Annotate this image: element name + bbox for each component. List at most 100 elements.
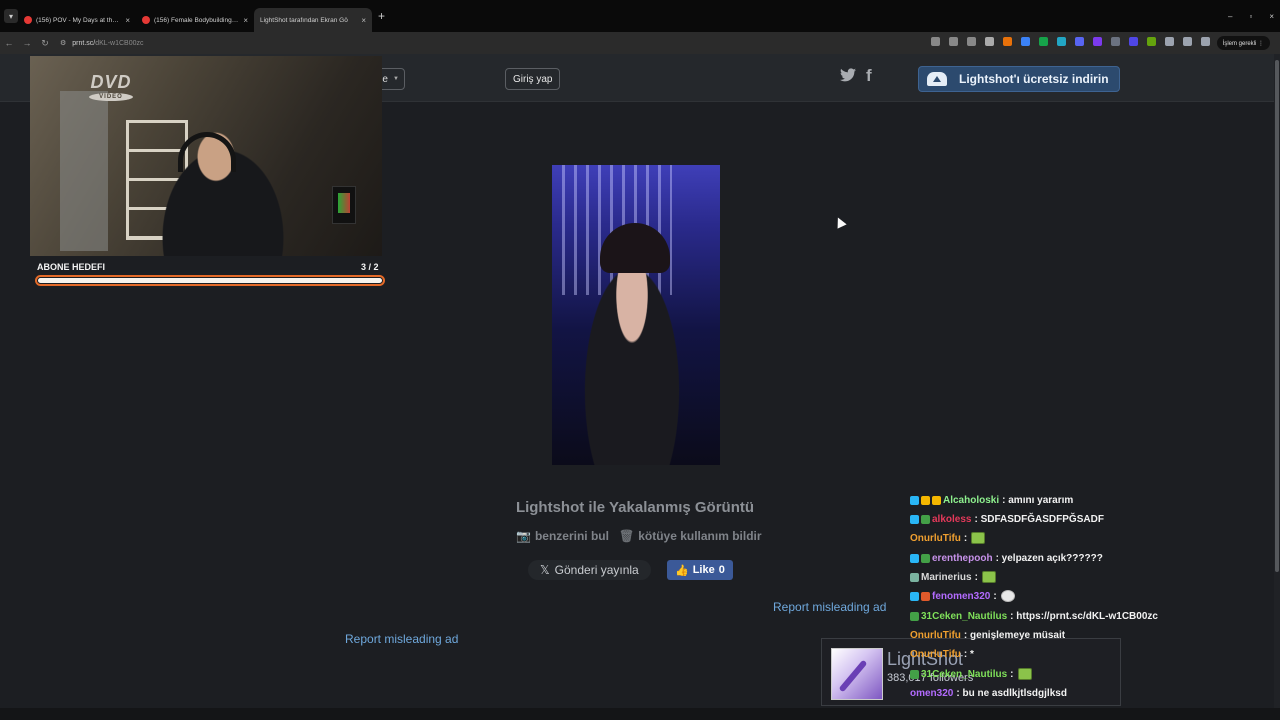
cloud-download-icon	[927, 72, 947, 86]
close-window-button[interactable]: ×	[1269, 12, 1274, 21]
chat-message: OnurluTifu: genişlemeye müsait	[910, 627, 1065, 643]
chat-username[interactable]: 31Ceken_Nautilus	[921, 669, 1007, 680]
reload-icon[interactable]: ↻	[36, 38, 54, 49]
report-ad-link[interactable]: Report misleading ad	[345, 632, 458, 646]
twitter-icon[interactable]	[840, 68, 856, 87]
extension-icons	[931, 37, 1228, 46]
camera-icon: 📷	[516, 529, 531, 543]
post-label: Gönderi yayınla	[554, 563, 639, 577]
forward-arrow-icon[interactable]: →	[18, 38, 36, 48]
restore-button[interactable]: ▫	[1249, 12, 1252, 21]
browser-tab-2[interactable]: (156) Female Bodybuilding Pro ×	[136, 8, 254, 32]
tab-title: (156) POV - My Days at the Co	[36, 16, 122, 24]
back-arrow-icon[interactable]: ←	[0, 38, 18, 48]
chat-message: omen320: bu ne asdlkjtlsdgjlksd	[910, 685, 1067, 701]
goal-bar-fill	[38, 278, 382, 283]
tab-close-icon[interactable]: ×	[243, 16, 248, 25]
chat-username[interactable]: erenthepooh	[932, 553, 993, 564]
chat-text: : https://prnt.sc/dKL-w1CB00zc	[1010, 610, 1158, 622]
download-label: Lightshot'ı ücretsiz indirin	[959, 72, 1109, 86]
chat-username[interactable]: fenomen320	[932, 591, 990, 602]
site-info-icon[interactable]: ⚙	[60, 39, 66, 47]
login-button[interactable]: Giriş yap	[505, 68, 561, 90]
chat-badge-icon	[910, 669, 919, 679]
lightshot-feather-logo	[831, 648, 883, 700]
chat-message: OnurluTifu: *	[910, 646, 974, 662]
bookmark-star-icon[interactable]	[985, 37, 994, 46]
webcam-overlay: DVD VIDEO	[30, 56, 382, 256]
chat-badge-icon	[910, 514, 919, 524]
tab-title: LightShot tarafından Ekran Gö	[260, 16, 348, 24]
page-scrollbar[interactable]	[1274, 54, 1280, 720]
extension-icon[interactable]	[1003, 37, 1012, 46]
chat-text: : bu ne asdlkjtlsdgjlksd	[956, 687, 1067, 699]
eye-off-icon[interactable]	[967, 37, 976, 46]
minimize-button[interactable]: –	[1228, 12, 1232, 21]
chat-username[interactable]: OnurluTifu	[910, 533, 961, 544]
extension-icon[interactable]	[1111, 37, 1120, 46]
chat-badge-icon	[910, 572, 919, 582]
zoom-icon[interactable]	[949, 37, 958, 46]
extension-icon[interactable]	[1057, 37, 1066, 46]
cast-icon[interactable]	[931, 37, 940, 46]
tab-close-icon[interactable]: ×	[125, 16, 130, 25]
screen: ▾ (156) POV - My Days at the Co × (156) …	[0, 0, 1280, 720]
tab-close-icon[interactable]: ×	[361, 16, 366, 25]
screenshot-image[interactable]	[552, 165, 720, 465]
x-logo-icon: 𝕏	[540, 563, 550, 577]
like-label: Like	[692, 564, 715, 576]
like-count: 0	[718, 564, 725, 576]
pc-tower	[332, 186, 356, 224]
extension-icon[interactable]	[1093, 37, 1102, 46]
report-abuse-link[interactable]: 🗑 kötüye kullanım bildir	[619, 529, 762, 543]
chat-username[interactable]: Alcaholoski	[943, 495, 999, 506]
chat-username[interactable]: Marinerius	[921, 572, 972, 583]
extension-icon[interactable]	[1165, 37, 1174, 46]
chat-message: Marinerius:	[910, 569, 996, 585]
background-door	[60, 91, 108, 251]
chat-username[interactable]: omen320	[910, 688, 953, 699]
chat-badge-icon	[910, 495, 919, 505]
youtube-favicon-icon	[142, 16, 150, 24]
extension-icon[interactable]	[1075, 37, 1084, 46]
chat-username[interactable]: OnurluTifu	[910, 649, 961, 660]
tab-search-icon[interactable]: ▾	[4, 9, 18, 23]
chat-text: : genişlemeye müsait	[963, 629, 1066, 641]
extension-icon[interactable]	[1147, 37, 1156, 46]
new-tab-button[interactable]: +	[378, 9, 385, 23]
report-ad-link[interactable]: Report misleading ad	[773, 600, 886, 614]
download-lightshot-button[interactable]: Lightshot'ı ücretsiz indirin	[918, 66, 1120, 92]
report-abuse-label: kötüye kullanım bildir	[638, 529, 762, 543]
chat-text: :	[963, 532, 968, 544]
media-icon[interactable]	[1201, 37, 1210, 46]
browser-tab-bar: ▾ (156) POV - My Days at the Co × (156) …	[0, 0, 1280, 32]
extension-icon[interactable]	[1039, 37, 1048, 46]
url-path: dKL-w1CB00zc	[95, 39, 144, 47]
chat-username[interactable]: alkoless	[932, 514, 971, 525]
address-bar[interactable]: ⚙ prnt.sc/dKL-w1CB00zc	[60, 35, 900, 51]
chat-text: : amını yararım	[1002, 494, 1074, 506]
chat-badge-icon	[921, 514, 930, 524]
browser-tab-3[interactable]: LightShot tarafından Ekran Gö ×	[254, 8, 372, 32]
chat-username[interactable]: 31Ceken_Nautilus	[921, 611, 1007, 622]
chat-text: : *	[963, 648, 974, 660]
taskbar-strip	[0, 708, 1280, 720]
chat-text: : yelpazen açık??????	[995, 552, 1103, 564]
chat-text: :	[974, 571, 978, 583]
find-similar-link[interactable]: 📷 benzerini bul	[516, 529, 609, 543]
chat-badge-icon	[910, 591, 919, 601]
post-to-x-button[interactable]: 𝕏 Gönderi yayınla	[528, 560, 651, 580]
facebook-like-button[interactable]: 👍 Like 0	[667, 560, 733, 580]
chat-username[interactable]: OnurluTifu	[910, 630, 961, 641]
dvd-logo: DVD VIDEO	[80, 73, 142, 103]
scrollbar-thumb[interactable]	[1275, 60, 1279, 572]
puzzle-icon[interactable]	[1183, 37, 1192, 46]
chat-badge-icon	[910, 611, 919, 621]
action-required-button[interactable]: İşlem gerekli ⋮	[1216, 36, 1270, 50]
facebook-icon[interactable]: f	[866, 66, 872, 86]
browser-tab-1[interactable]: (156) POV - My Days at the Co ×	[18, 8, 136, 32]
subscriber-goal-label: ABONE HEDEFI	[37, 262, 106, 272]
youtube-favicon-icon	[24, 16, 32, 24]
extension-icon[interactable]	[1129, 37, 1138, 46]
extension-icon[interactable]	[1021, 37, 1030, 46]
